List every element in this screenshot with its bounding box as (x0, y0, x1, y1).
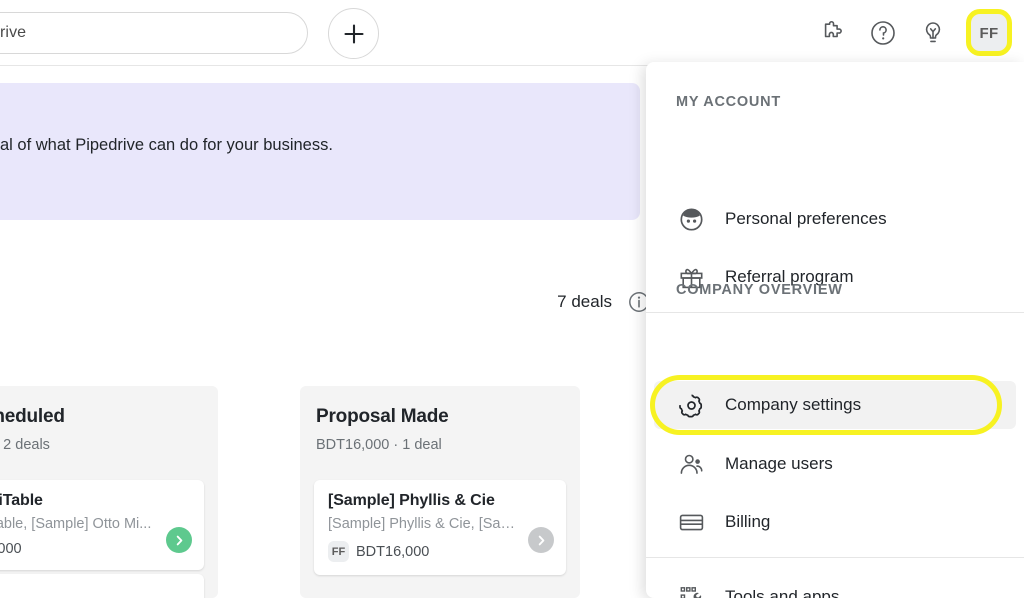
deal-card-next-stage-icon[interactable] (166, 527, 192, 553)
menu-section-title-company-overview: COMPANY OVERVIEW (676, 282, 843, 298)
gear-icon (676, 392, 706, 419)
help-question-icon[interactable] (866, 16, 900, 50)
menu-item-label: Billing (725, 512, 771, 531)
promo-banner-text: al of what Pipedrive can do for your bus… (0, 136, 333, 154)
menu-item-label: Manage users (725, 454, 833, 473)
deals-summary-row: 7 deals (0, 288, 650, 316)
menu-item-label: Personal preferences (725, 209, 887, 228)
promo-banner: al of what Pipedrive can do for your bus… (0, 83, 640, 220)
pipeline-board: o Scheduled 2,000 · 2 deals ple] iTable … (0, 386, 650, 598)
column-title: Proposal Made (316, 406, 449, 427)
tools-wrench-icon (676, 584, 706, 598)
pipeline-column: Proposal Made BDT16,000 · 1 deal [Sample… (300, 386, 580, 598)
deal-card[interactable]: ple] iTable le] iTable, [Sample] Otto Mi… (0, 480, 204, 570)
deal-card-footer: FF BDT16,000 (328, 541, 552, 562)
deal-card-amount: BDT16,000 (356, 543, 430, 560)
credit-card-icon (676, 509, 706, 536)
deal-card-next-stage-icon[interactable] (528, 527, 554, 553)
menu-divider (646, 557, 1024, 558)
deal-card-title: ple] iTable (0, 492, 43, 509)
column-header: o Scheduled 2,000 · 2 deals (0, 386, 218, 453)
deal-card[interactable]: [Sample] Phyllis & Cie [Sample] Phyllis … (314, 480, 566, 575)
deal-card-partial[interactable] (0, 574, 204, 598)
menu-item-billing[interactable]: Billing (654, 498, 1016, 546)
add-new-button[interactable] (328, 8, 379, 59)
deal-card-avatar: FF (328, 541, 349, 562)
menu-item-tools-and-apps[interactable]: Tools and apps (654, 573, 1016, 598)
menu-item-label: Tools and apps (725, 587, 840, 598)
menu-item-manage-users[interactable]: Manage users (654, 440, 1016, 488)
account-dropdown-menu: MY ACCOUNT Personal preferences Referral… (646, 62, 1024, 598)
app-screen: drive (0, 0, 1024, 598)
pipeline-column: o Scheduled 2,000 · 2 deals ple] iTable … (0, 386, 218, 598)
column-title: o Scheduled (0, 406, 65, 427)
header-icon-group: FF (816, 0, 1012, 66)
deal-card-amount: DT7,000 (0, 541, 22, 557)
search-input-value: drive (0, 24, 27, 41)
top-header-bar: drive (0, 0, 1024, 66)
search-input[interactable]: drive (0, 12, 308, 54)
avatar-button[interactable]: FF (966, 9, 1012, 56)
deal-card-title: [Sample] Phyllis & Cie (328, 492, 495, 509)
users-icon (676, 451, 706, 478)
menu-item-company-settings[interactable]: Company settings (654, 381, 1016, 429)
person-face-icon (676, 206, 706, 233)
deal-card-subtitle: le] iTable, [Sample] Otto Mi... (0, 516, 152, 532)
menu-divider (646, 312, 1024, 313)
apps-puzzle-icon[interactable] (816, 16, 850, 50)
column-subtitle: 2,000 · 2 deals (0, 437, 50, 453)
lightbulb-icon[interactable] (916, 16, 950, 50)
deals-count-label: 7 deals (557, 292, 612, 311)
menu-item-personal-preferences[interactable]: Personal preferences (654, 195, 1016, 243)
deal-card-subtitle: [Sample] Phyllis & Cie, [Sample] P... (328, 516, 518, 532)
avatar: FF (969, 13, 1009, 53)
menu-section-title-my-account: MY ACCOUNT (676, 94, 781, 110)
column-subtitle: BDT16,000 · 1 deal (316, 437, 442, 453)
deal-card-footer: DT7,000 (0, 541, 190, 557)
column-header: Proposal Made BDT16,000 · 1 deal (300, 386, 580, 453)
menu-item-label: Company settings (725, 395, 862, 414)
